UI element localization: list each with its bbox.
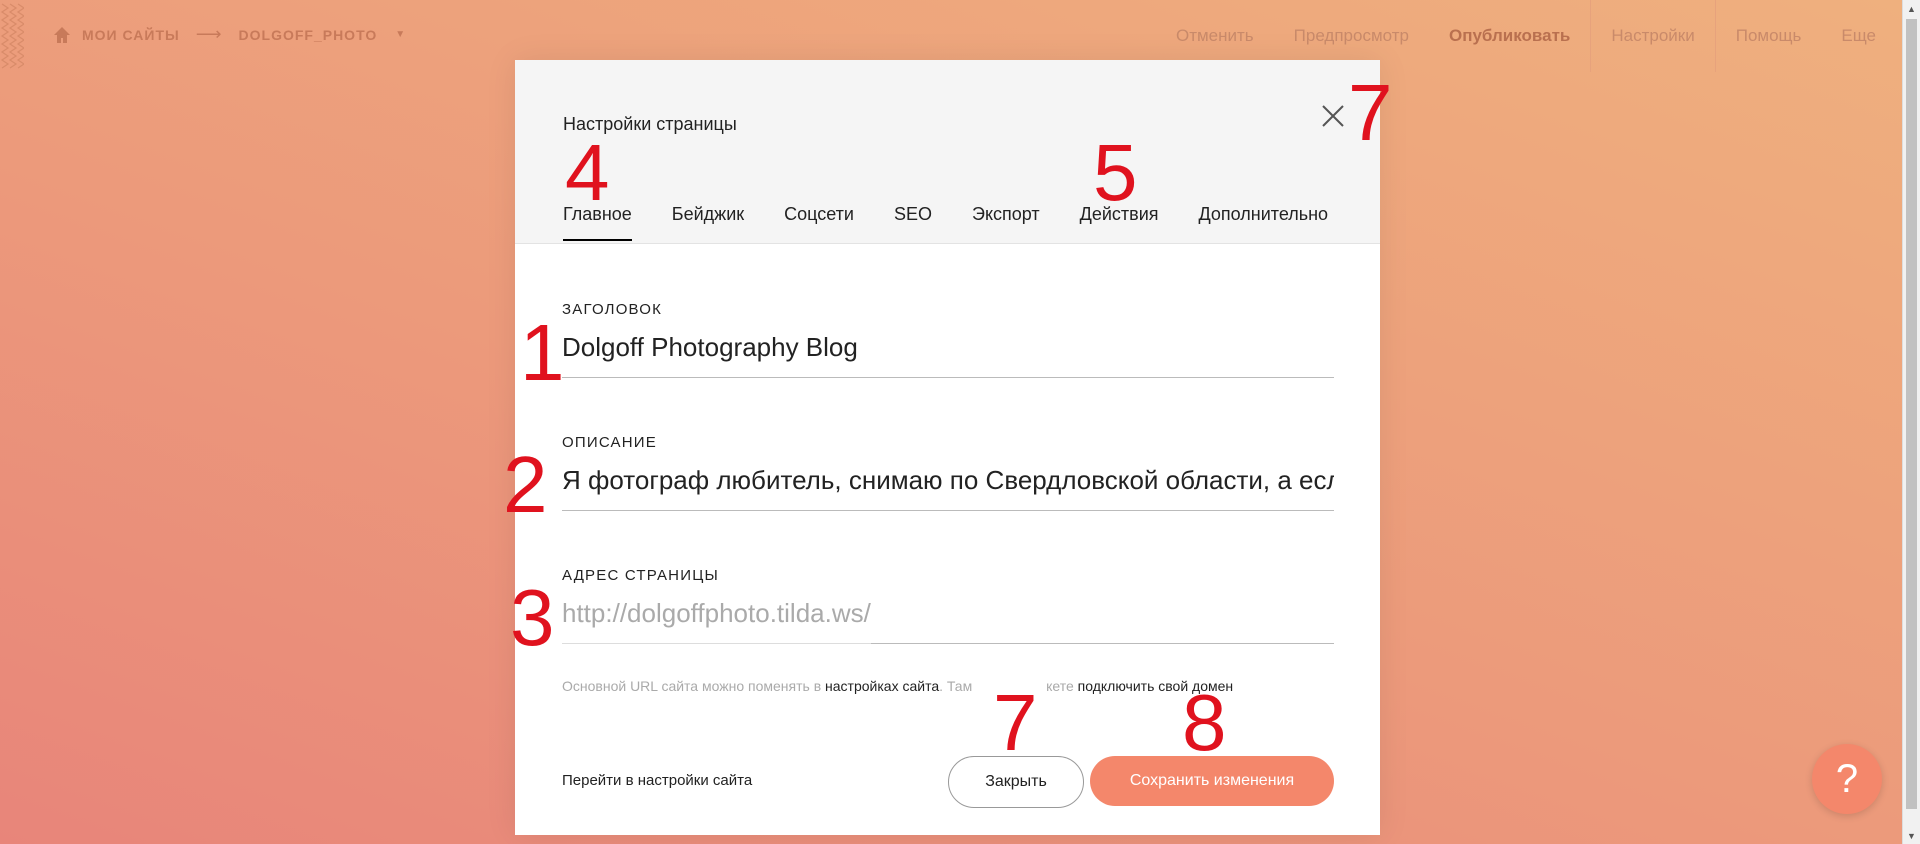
- breadcrumb-project[interactable]: DOLGOFF_PHOTO: [239, 27, 378, 43]
- tab-seo[interactable]: SEO: [894, 204, 932, 241]
- breadcrumb: МОИ САЙТЫ ⟶ DOLGOFF_PHOTO ▼: [52, 24, 406, 45]
- page-settings-modal: Настройки страницы Главное Бейджик Соцсе…: [515, 60, 1380, 835]
- breadcrumb-my-sites[interactable]: МОИ САЙТЫ: [82, 27, 180, 43]
- url-hint: Основной URL сайта можно поменять в наст…: [562, 678, 1233, 694]
- nav-more[interactable]: Еще: [1821, 0, 1896, 72]
- scroll-down-icon[interactable]: ▼: [1903, 827, 1920, 844]
- nav-publish[interactable]: Опубликовать: [1429, 0, 1590, 72]
- url-input[interactable]: http://dolgoffphoto.tilda.ws/: [562, 598, 871, 644]
- tab-bar: Главное Бейджик Соцсети SEO Экспорт Дейс…: [563, 204, 1328, 241]
- scroll-up-icon[interactable]: ▲: [1903, 0, 1920, 17]
- nav-settings[interactable]: Настройки: [1590, 0, 1716, 72]
- title-label: ЗАГОЛОВОК: [562, 301, 663, 318]
- url-underline: [870, 642, 1334, 644]
- annotation-8: 8: [1182, 678, 1227, 767]
- annotation-7: 7: [993, 678, 1038, 767]
- url-label: АДРЕС СТРАНИЦЫ: [562, 567, 719, 584]
- title-input[interactable]: Dolgoff Photography Blog: [562, 332, 1334, 378]
- site-settings-link[interactable]: настройках сайта: [825, 678, 939, 694]
- scrollbar[interactable]: ▲ ▼: [1902, 0, 1920, 844]
- hint-text-3: кете: [1046, 678, 1078, 694]
- tab-export[interactable]: Экспорт: [972, 204, 1040, 241]
- home-icon[interactable]: [52, 25, 72, 45]
- close-icon[interactable]: [1319, 102, 1347, 130]
- description-input[interactable]: Я фотограф любитель, снимаю по Свердловс…: [562, 465, 1334, 511]
- chevron-down-icon[interactable]: ▼: [395, 29, 406, 40]
- description-field: ОПИСАНИЕ Я фотограф любитель, снимаю по …: [562, 434, 1334, 511]
- tab-badge[interactable]: Бейджик: [672, 204, 744, 241]
- annotation-2: 2: [503, 440, 548, 529]
- hint-text-1: Основной URL сайта можно поменять в: [562, 678, 826, 694]
- hint-text-2: . Там: [939, 678, 977, 694]
- scroll-thumb[interactable]: [1906, 19, 1917, 809]
- annotation-3: 3: [510, 573, 555, 662]
- annotation-5: 5: [1093, 128, 1138, 217]
- annotation-1: 1: [520, 308, 565, 397]
- url-field: АДРЕС СТРАНИЦЫ http://dolgoffphoto.tilda…: [562, 567, 1334, 644]
- help-button[interactable]: ?: [1812, 744, 1882, 814]
- go-to-site-settings-link[interactable]: Перейти в настройки сайта: [562, 772, 752, 789]
- description-label: ОПИСАНИЕ: [562, 434, 657, 451]
- title-field: ЗАГОЛОВОК Dolgoff Photography Blog: [562, 301, 1334, 378]
- annotation-7-close: 7: [1348, 68, 1393, 157]
- zigzag-pattern: [0, 3, 24, 69]
- nav-help[interactable]: Помощь: [1716, 0, 1822, 72]
- tab-additional[interactable]: Дополнительно: [1199, 204, 1329, 241]
- annotation-4: 4: [565, 128, 610, 217]
- breadcrumb-arrow: ⟶: [195, 24, 223, 44]
- tab-social[interactable]: Соцсети: [784, 204, 854, 241]
- modal-header: Настройки страницы Главное Бейджик Соцсе…: [515, 60, 1380, 244]
- url-row: http://dolgoffphoto.tilda.ws/: [562, 584, 1334, 644]
